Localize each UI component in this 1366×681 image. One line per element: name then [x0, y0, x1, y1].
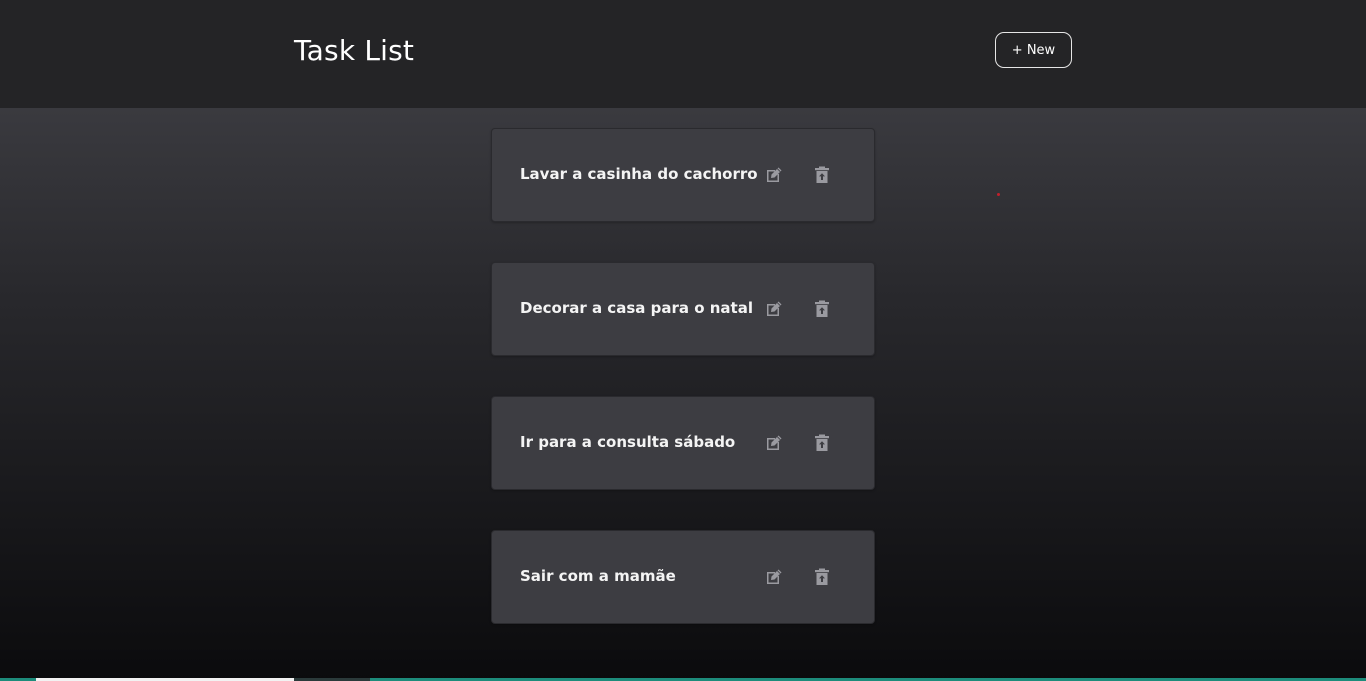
new-task-button[interactable]: + New	[995, 32, 1072, 68]
delete-task-button[interactable]	[813, 300, 831, 318]
edit-task-button[interactable]	[765, 434, 783, 452]
task-text: Sair com a mamãe	[520, 567, 676, 585]
trash-icon	[815, 300, 829, 317]
cursor-dot	[997, 193, 1000, 196]
task-card: Ir para a consulta sábado	[491, 396, 875, 490]
edit-icon	[767, 167, 782, 182]
edit-task-button[interactable]	[765, 300, 783, 318]
edit-icon	[767, 435, 782, 450]
delete-task-button[interactable]	[813, 166, 831, 184]
task-text: Ir para a consulta sábado	[520, 433, 736, 451]
task-text: Lavar a casinha do cachorro	[520, 165, 758, 183]
task-card: Sair com a mamãe	[491, 530, 875, 624]
edit-icon	[767, 301, 782, 316]
edit-icon	[767, 569, 782, 584]
trash-icon	[815, 434, 829, 451]
trash-icon	[815, 166, 829, 183]
delete-task-button[interactable]	[813, 434, 831, 452]
task-list: Lavar a casinha do cachorro Decorar a ca…	[491, 128, 875, 664]
trash-icon	[815, 568, 829, 585]
edit-task-button[interactable]	[765, 568, 783, 586]
task-card: Decorar a casa para o natal	[491, 262, 875, 356]
edit-task-button[interactable]	[765, 166, 783, 184]
app-header: Task List + New	[0, 0, 1366, 108]
task-card: Lavar a casinha do cachorro	[491, 128, 875, 222]
page-title: Task List	[294, 34, 415, 67]
delete-task-button[interactable]	[813, 568, 831, 586]
task-text: Decorar a casa para o natal	[520, 299, 753, 317]
